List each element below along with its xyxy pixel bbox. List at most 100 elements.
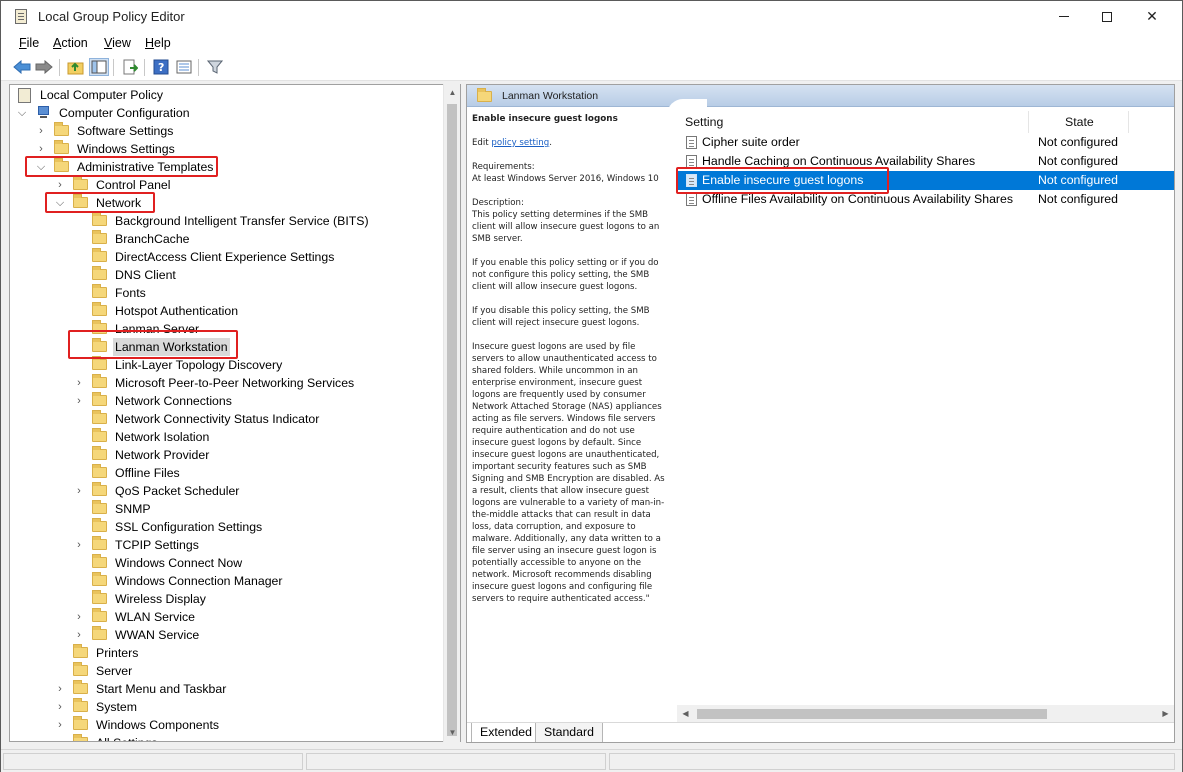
tree-item-network-child[interactable]: › Network Connections [73, 392, 234, 410]
filter-icon [207, 60, 223, 74]
tree-item-software-settings[interactable]: › Software Settings [35, 122, 175, 140]
folder-icon [477, 88, 492, 102]
policy-row-selected[interactable]: Enable insecure guest logons Not configu… [677, 171, 1174, 190]
forward-button[interactable] [34, 58, 54, 76]
scroll-left-arrow-icon[interactable]: ◀ [677, 705, 694, 722]
title-bar[interactable]: Local Group Policy Editor ✕ [1, 1, 1182, 32]
tree-item-network-child[interactable]: › WLAN Service [73, 608, 197, 626]
tree-item-network-child[interactable]: › TCPIP Settings [73, 536, 201, 554]
tree-item-start-menu[interactable]: › Start Menu and Taskbar [54, 680, 228, 698]
tree-item-server[interactable]: Server [54, 662, 134, 680]
menu-action-rest: ction [61, 36, 88, 50]
tree-item-label: Control Panel [96, 178, 171, 192]
tree-item-network-child[interactable]: Link-Layer Topology Discovery [73, 356, 284, 374]
tree-item-all-settings[interactable]: All Settings [54, 734, 160, 741]
tree-item-label: Windows Connect Now [115, 556, 243, 570]
scroll-right-arrow-icon[interactable]: ▶ [1157, 705, 1174, 722]
maximize-button[interactable] [1084, 1, 1130, 32]
tree-item-network-child[interactable]: Offline Files [73, 464, 182, 482]
edit-policy-setting-link[interactable]: policy setting [491, 138, 549, 148]
export-list-button[interactable] [120, 58, 140, 76]
tree-item-network-child[interactable]: DirectAccess Client Experience Settings [73, 248, 336, 266]
chevron-right-icon[interactable]: › [54, 680, 66, 698]
column-header-state[interactable]: State [1065, 111, 1094, 133]
folder-icon [73, 734, 88, 741]
tree-item-network-child[interactable]: › Microsoft Peer-to-Peer Networking Serv… [73, 374, 356, 392]
chevron-right-icon[interactable]: › [35, 140, 47, 158]
tree-item-network-child[interactable]: Windows Connection Manager [73, 572, 284, 590]
tree-item-network-child[interactable]: Network Provider [73, 446, 211, 464]
folder-icon [92, 392, 107, 406]
tree-item-lanman-workstation[interactable]: Lanman Workstation [73, 338, 230, 356]
scrollbar-thumb[interactable] [697, 709, 1047, 719]
tree-item-network-child[interactable]: Windows Connect Now [73, 554, 244, 572]
tree-item-network-child[interactable]: DNS Client [73, 266, 178, 284]
scroll-up-arrow-icon[interactable]: ▲ [444, 84, 461, 101]
chevron-right-icon[interactable]: › [73, 536, 85, 554]
properties-button[interactable] [174, 58, 194, 76]
filter-button[interactable] [205, 58, 225, 76]
scroll-down-arrow-icon[interactable]: ▼ [444, 724, 461, 741]
chevron-right-icon[interactable]: › [54, 176, 66, 194]
tab-standard[interactable]: Standard [535, 723, 603, 742]
policy-row[interactable]: Offline Files Availability on Continuous… [677, 190, 1174, 209]
tree-item-label: TCPIP Settings [115, 538, 199, 552]
tree-item-network-child[interactable]: › WWAN Service [73, 626, 201, 644]
tree-item-control-panel[interactable]: › Control Panel [54, 176, 173, 194]
chevron-right-icon[interactable]: › [35, 122, 47, 140]
back-button[interactable] [12, 58, 32, 76]
scrollbar-thumb[interactable] [447, 104, 457, 736]
column-separator[interactable] [1128, 111, 1129, 133]
tab-extended[interactable]: Extended [471, 723, 541, 742]
chevron-right-icon[interactable]: › [73, 392, 85, 410]
chevron-right-icon[interactable]: › [73, 608, 85, 626]
tree-item-network-child[interactable]: SSL Configuration Settings [73, 518, 264, 536]
tree-item-network-child[interactable]: Network Isolation [73, 428, 211, 446]
tree-vertical-scrollbar[interactable]: ▲ ▼ [443, 84, 460, 742]
column-header-setting[interactable]: Setting [685, 111, 723, 133]
tree-item-network-child[interactable]: Background Intelligent Transfer Service … [73, 212, 371, 230]
tree-item-network-child[interactable]: BranchCache [73, 230, 192, 248]
menu-help[interactable]: Help [145, 36, 171, 50]
help-icon: ? [153, 59, 169, 75]
chevron-right-icon[interactable]: › [73, 626, 85, 644]
tree-item-label: Software Settings [77, 124, 174, 138]
chevron-right-icon[interactable]: › [73, 482, 85, 500]
chevron-down-icon[interactable]: ⌵ [54, 194, 66, 212]
tree-item-network-child[interactable]: SNMP [73, 500, 153, 518]
column-separator[interactable] [1028, 111, 1029, 133]
tree-item-printers[interactable]: Printers [54, 644, 140, 662]
menu-file[interactable]: File [19, 36, 39, 50]
policy-row[interactable]: Handle Caching on Continuous Availabilit… [677, 152, 1174, 171]
tree-item-network-child[interactable]: Network Connectivity Status Indicator [73, 410, 321, 428]
tree-item-network-child[interactable]: Wireless Display [73, 590, 208, 608]
chevron-right-icon[interactable]: › [54, 716, 66, 734]
tree-item-network-child[interactable]: › QoS Packet Scheduler [73, 482, 241, 500]
policy-row[interactable]: Cipher suite order Not configured [677, 133, 1174, 152]
menu-view[interactable]: View [104, 36, 131, 50]
tree-item-network-child[interactable]: Fonts [73, 284, 148, 302]
chevron-down-icon[interactable]: ⌵ [16, 104, 28, 122]
help-button[interactable]: ? [151, 58, 171, 76]
show-hide-tree-button[interactable] [89, 58, 109, 76]
requirements-value: At least Windows Server 2016, Windows 10 [472, 174, 659, 184]
minimize-button[interactable] [1041, 1, 1087, 32]
tree-item-network[interactable]: ⌵ Network [54, 194, 143, 212]
tree-item-windows-components[interactable]: › Windows Components [54, 716, 221, 734]
close-button[interactable]: ✕ [1129, 1, 1175, 32]
tree-item-label: Wireless Display [115, 592, 206, 606]
tree-item-administrative-templates[interactable]: ⌵ Administrative Templates [35, 158, 215, 176]
up-button[interactable] [66, 58, 86, 76]
chevron-down-icon[interactable]: ⌵ [35, 158, 47, 176]
tree-item-windows-settings[interactable]: › Windows Settings [35, 140, 177, 158]
chevron-right-icon[interactable]: › [54, 698, 66, 716]
menu-action[interactable]: Action [53, 36, 88, 50]
tree-item-computer-configuration[interactable]: ⌵ Computer Configuration [16, 104, 192, 122]
list-horizontal-scrollbar[interactable]: ◀ ▶ [677, 705, 1174, 722]
chevron-right-icon[interactable]: › [73, 374, 85, 392]
tree-item-local-computer-policy[interactable]: Local Computer Policy [16, 86, 165, 104]
tree-item-network-child[interactable]: Hotspot Authentication [73, 302, 240, 320]
tree-item-network-child[interactable]: Lanman Server [73, 320, 201, 338]
tree-item-system[interactable]: › System [54, 698, 139, 716]
folder-icon [92, 572, 107, 586]
